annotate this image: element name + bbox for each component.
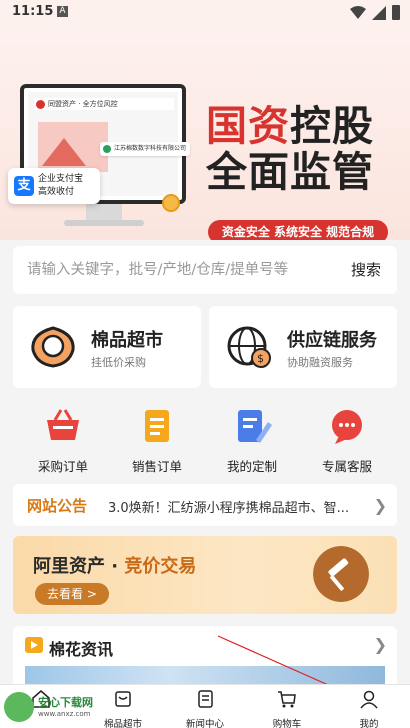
user-icon [360, 690, 378, 709]
card-title: 棉品超市 [91, 330, 163, 351]
status-bar: 11:15 A [0, 0, 410, 26]
card-cotton-market[interactable]: 棉品超市 挂低价采购 [13, 306, 201, 388]
store-icon [115, 691, 131, 707]
chat-service-icon [332, 410, 362, 444]
monitor-company: 江苏棉数数字科技有限公司 [114, 145, 187, 152]
quick-link-label: 采购订单 [37, 459, 88, 474]
card-supply-chain[interactable]: $ 供应链服务 协助融资服务 [209, 306, 397, 388]
quick-link-label: 专属客服 [321, 459, 372, 474]
card-subtitle: 协助融资服务 [287, 356, 353, 369]
alipay-line1: 企业支付宝 [38, 174, 84, 184]
shopping-basket-icon [47, 409, 79, 440]
announcement-tag: 网站公告 [27, 497, 88, 515]
search-input[interactable] [27, 258, 327, 282]
watermark: 安心下载网 www.anxz.com [4, 688, 106, 724]
quick-link-purchase-orders[interactable]: 采购订单 [18, 400, 108, 475]
quick-link-customer-service[interactable]: 专属客服 [302, 400, 392, 475]
card-subtitle: 挂低价采购 [91, 356, 146, 369]
news-more-chevron-icon[interactable]: ❯ [374, 635, 387, 654]
quick-links: 采购订单 销售订单 我的定制 专属客服 [0, 400, 410, 475]
nav-cart[interactable]: 购物车 [246, 689, 328, 728]
nav-label: 新闻中心 [185, 719, 224, 728]
battery-icon [392, 5, 400, 20]
cotton-basket-icon [31, 326, 75, 368]
announcement-text: 3.0焕新！汇纺源小程序携棉品超市、智... [108, 501, 350, 516]
quick-link-label: 销售订单 [131, 459, 182, 474]
chevron-right-icon: ❯ [373, 496, 387, 515]
monitor-brand: 同盟资产 · 全方位风控 [48, 100, 118, 108]
promo-title: 阿里资产 · 竞价交易 [33, 556, 197, 577]
search-button[interactable]: 搜索 [351, 259, 381, 280]
promo-go-button[interactable]: 去看看 > [35, 583, 109, 605]
globe-money-icon: $ [227, 326, 271, 368]
company-logo-icon [103, 145, 111, 153]
watermark-logo-icon [4, 692, 34, 722]
ali-asset-banner[interactable]: 阿里资产 · 竞价交易 去看看 > [13, 536, 397, 614]
cart-icon [278, 691, 296, 708]
banner-title-line2: 全面监管 [206, 148, 374, 196]
card-title: 供应链服务 [287, 330, 377, 351]
nav-label: 购物车 [272, 719, 302, 728]
alipay-line2: 高效收付 [38, 187, 75, 197]
clipboard-icon [145, 410, 169, 442]
quick-link-label: 我的定制 [226, 459, 277, 474]
promo-banner[interactable]: 同盟资产 · 全方位风控 江苏棉数数字科技有限公司 支 企业支付宝 高效收付 国… [0, 26, 410, 240]
nav-me[interactable]: 我的 [328, 689, 410, 728]
wifi-icon [350, 5, 366, 19]
svg-text:$: $ [257, 352, 264, 365]
watermark-url: www.anxz.com [38, 710, 91, 718]
watermark-title: 安心下载网 [38, 696, 93, 709]
alipay-card: 支 企业支付宝 高效收付 [8, 168, 100, 204]
nav-label: 我的 [359, 719, 379, 728]
news-icon [198, 690, 213, 708]
nav-news-center[interactable]: 新闻中心 [164, 689, 246, 728]
coin-icon [162, 194, 180, 212]
news-header: 棉花资讯 [25, 636, 113, 660]
alipay-icon: 支 [14, 176, 34, 196]
quick-link-my-custom[interactable]: 我的定制 [207, 400, 297, 475]
play-icon [25, 637, 43, 653]
banner-pill: 资金安全 系统安全 规范合规 [208, 220, 388, 240]
gavel-icon [313, 546, 369, 602]
signal-icon [372, 5, 386, 20]
brand-logo-icon [36, 100, 45, 109]
search-bar: 搜索 [13, 246, 397, 294]
announcement-bar[interactable]: 网站公告 3.0焕新！汇纺源小程序携棉品超市、智... ❯ [13, 484, 397, 526]
notification-a-icon: A [57, 6, 68, 17]
status-time: 11:15 [12, 4, 54, 19]
edit-document-icon [238, 410, 272, 443]
quick-link-sales-orders[interactable]: 销售订单 [112, 400, 202, 475]
news-section: 棉花资讯 ❯ [13, 626, 397, 690]
